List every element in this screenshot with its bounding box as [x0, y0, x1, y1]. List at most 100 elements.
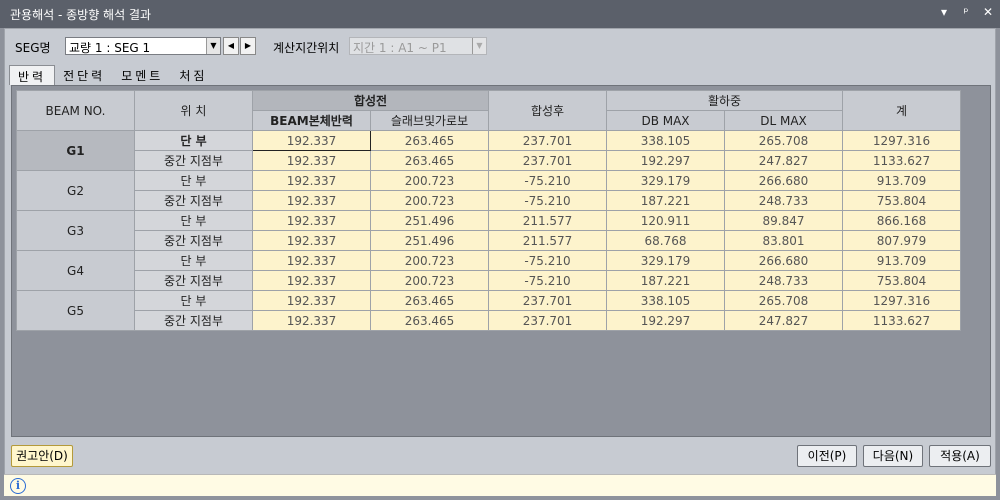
value-cell[interactable]: 192.337	[252, 190, 371, 211]
value-cell[interactable]: 263.465	[370, 290, 489, 311]
toolbar: SEG명 교량 1 : SEG 1 ▼ ◀ ▶ 계산지간위치 지간 1 : A1…	[11, 35, 991, 57]
value-cell[interactable]: 753.804	[842, 270, 961, 291]
table-row: 중간 지점부 192.337 200.723 -75.210 187.221 248.73…	[17, 190, 961, 211]
value-cell[interactable]: 753.804	[842, 190, 961, 211]
value-cell[interactable]: 192.337	[252, 150, 371, 171]
value-cell[interactable]: 192.337	[252, 210, 371, 231]
value-cell[interactable]: 120.911	[606, 210, 725, 231]
value-cell[interactable]: 237.701	[488, 130, 607, 151]
prev-button[interactable]: 이전(P)	[797, 445, 857, 467]
value-cell[interactable]: 200.723	[370, 250, 489, 271]
value-cell[interactable]: -75.210	[488, 250, 607, 271]
value-cell[interactable]: 200.723	[370, 270, 489, 291]
chevron-down-icon[interactable]: ▼	[206, 38, 220, 54]
value-cell[interactable]: 248.733	[724, 270, 843, 291]
apply-button[interactable]: 적용(A)	[929, 445, 991, 467]
value-cell[interactable]: 265.708	[724, 130, 843, 151]
value-cell[interactable]: 265.708	[724, 290, 843, 311]
value-cell[interactable]: 187.221	[606, 270, 725, 291]
position-cell: 단 부	[134, 170, 253, 191]
value-cell[interactable]: 83.801	[724, 230, 843, 251]
pin-icon[interactable]: ᵖ	[960, 5, 972, 19]
value-cell[interactable]: 329.179	[606, 170, 725, 191]
tab-reaction[interactable]: 반력	[9, 65, 56, 85]
beam-row-header[interactable]: G2	[16, 170, 135, 211]
value-cell[interactable]: -75.210	[488, 270, 607, 291]
value-cell[interactable]: 192.337	[252, 230, 371, 251]
value-cell[interactable]: 913.709	[842, 170, 961, 191]
beam-row-header[interactable]: G1	[16, 130, 135, 171]
value-cell[interactable]: 866.168	[842, 210, 961, 231]
value-cell[interactable]: 247.827	[724, 310, 843, 331]
value-cell[interactable]: -75.210	[488, 190, 607, 211]
value-cell[interactable]: 338.105	[606, 290, 725, 311]
value-cell[interactable]: 211.577	[488, 230, 607, 251]
value-cell[interactable]: 237.701	[488, 290, 607, 311]
tab-deflection[interactable]: 처짐	[171, 65, 215, 85]
value-cell[interactable]: 192.337	[252, 130, 371, 151]
recommend-button[interactable]: 권고안(D)	[11, 445, 73, 467]
value-cell[interactable]: 913.709	[842, 250, 961, 271]
value-cell[interactable]: 192.297	[606, 150, 725, 171]
value-cell[interactable]: 263.465	[370, 310, 489, 331]
close-icon[interactable]: ✕	[982, 5, 994, 19]
next-button[interactable]: 다음(N)	[863, 445, 923, 467]
value-cell[interactable]: 338.105	[606, 130, 725, 151]
value-cell[interactable]: 266.680	[724, 170, 843, 191]
value-cell[interactable]: 68.768	[606, 230, 725, 251]
beam-row-header[interactable]: G4	[16, 250, 135, 291]
value-cell[interactable]: 1297.316	[842, 130, 961, 151]
value-cell[interactable]: 248.733	[724, 190, 843, 211]
window-controls: ▾ ᵖ ✕	[938, 5, 994, 19]
value-cell[interactable]: 192.337	[252, 250, 371, 271]
value-cell[interactable]: 89.847	[724, 210, 843, 231]
value-cell[interactable]: 807.979	[842, 230, 961, 251]
header-beam-no: BEAM NO.	[16, 90, 135, 131]
value-cell[interactable]: 263.465	[370, 150, 489, 171]
position-cell: 중간 지점부	[134, 190, 253, 211]
value-cell[interactable]: 211.577	[488, 210, 607, 231]
value-cell[interactable]: 192.337	[252, 170, 371, 191]
table-row: 중간 지점부 192.337 251.496 211.577 68.768 83.801 8…	[17, 230, 961, 251]
value-cell[interactable]: 192.337	[252, 310, 371, 331]
span-select[interactable]: 지간 1 : A1 ~ P1 ▼	[349, 37, 487, 55]
value-cell[interactable]: 187.221	[606, 190, 725, 211]
dropdown-icon[interactable]: ▾	[938, 5, 950, 19]
value-cell[interactable]: 263.465	[370, 130, 489, 151]
value-cell[interactable]: 251.496	[370, 230, 489, 251]
seg-select-value: 교량 1 : SEG 1	[69, 41, 151, 55]
value-cell[interactable]: 329.179	[606, 250, 725, 271]
chevron-down-icon[interactable]: ▼	[472, 38, 486, 54]
value-cell[interactable]: 200.723	[370, 190, 489, 211]
beam-row-header[interactable]: G5	[16, 290, 135, 331]
value-cell[interactable]: 1133.627	[842, 150, 961, 171]
seg-select[interactable]: 교량 1 : SEG 1 ▼	[65, 37, 221, 55]
table-row: G2 단 부 192.337 200.723 -75.210 329.179 266.680…	[16, 170, 961, 211]
value-cell[interactable]: 1133.627	[842, 310, 961, 331]
position-cell: 단 부	[134, 250, 253, 271]
prev-seg-button[interactable]: ◀	[223, 37, 239, 55]
value-cell[interactable]: 237.701	[488, 150, 607, 171]
position-cell: 단 부	[134, 130, 253, 151]
value-cell[interactable]: 266.680	[724, 250, 843, 271]
value-cell[interactable]: 200.723	[370, 170, 489, 191]
window-title: 관용해석 - 종방향 해석 결과	[10, 8, 152, 22]
tab-shear[interactable]: 전단력	[55, 65, 113, 85]
position-cell: 중간 지점부	[134, 150, 253, 171]
value-cell[interactable]: 237.701	[488, 310, 607, 331]
table-row: G4 단 부 192.337 200.723 -75.210 329.179 266.680…	[16, 250, 961, 291]
value-cell[interactable]: 192.337	[252, 270, 371, 291]
value-cell[interactable]: 192.297	[606, 310, 725, 331]
value-cell[interactable]: 247.827	[724, 150, 843, 171]
value-cell[interactable]: 1297.316	[842, 290, 961, 311]
beam-row-header[interactable]: G3	[16, 210, 135, 251]
value-cell[interactable]: -75.210	[488, 170, 607, 191]
value-cell[interactable]: 192.337	[252, 290, 371, 311]
span-label: 계산지간위치	[273, 41, 340, 55]
header-total: 계	[842, 90, 961, 131]
status-bar: i	[4, 474, 996, 496]
value-cell[interactable]: 251.496	[370, 210, 489, 231]
tab-moment[interactable]: 모멘트	[113, 65, 171, 85]
table-row: G1 단 부 192.337 263.465 237.701 338.105 265.708…	[16, 130, 961, 171]
next-seg-button[interactable]: ▶	[240, 37, 256, 55]
